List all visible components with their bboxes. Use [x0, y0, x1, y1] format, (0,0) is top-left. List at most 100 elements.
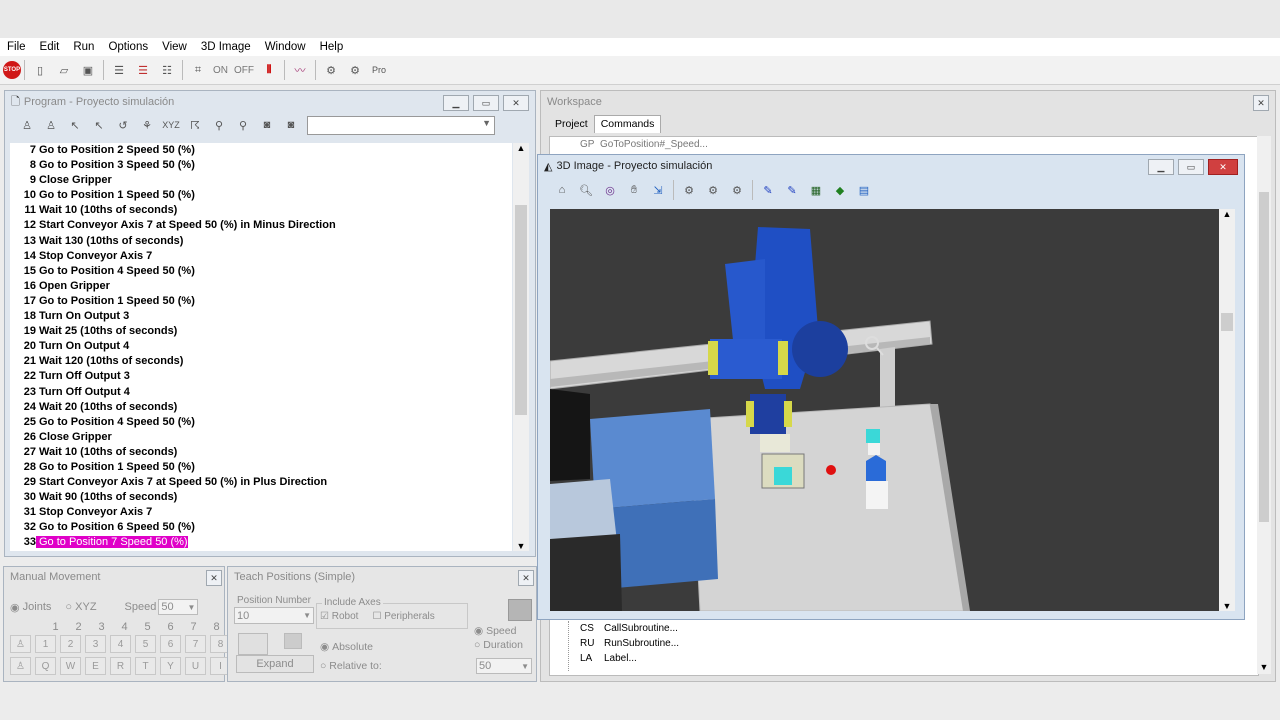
teach-small-button[interactable] — [284, 633, 302, 649]
robot-home-icon[interactable]: ♙ — [17, 115, 37, 135]
speed-select[interactable]: 50 ▼ — [158, 599, 199, 615]
axis-plus-key[interactable]: T — [135, 657, 156, 675]
program-scrollbar[interactable]: ▲ ▼ — [513, 143, 529, 551]
robot-checkbox[interactable]: ☑ — [320, 611, 329, 622]
program-line[interactable]: 17 Go to Position 1 Speed 50 (%) — [10, 294, 512, 309]
menu-edit[interactable]: Edit — [33, 41, 67, 53]
reset-view-icon[interactable]: ⌂ — [552, 180, 572, 200]
program-line[interactable]: 27 Wait 10 (10ths of seconds) — [10, 445, 512, 460]
chevron-down-icon[interactable]: ▼ — [1257, 662, 1271, 672]
scrollbar-thumb[interactable] — [1259, 192, 1269, 522]
chevron-up-icon[interactable]: ▲ — [513, 143, 529, 153]
run-list-icon[interactable]: ☰ — [133, 60, 153, 80]
program-line[interactable]: 9 Close Gripper — [10, 173, 512, 188]
image3d-scrollbar[interactable]: ▲ ▼ — [1219, 209, 1235, 611]
program-line[interactable]: 23 Turn Off Output 4 — [10, 385, 512, 400]
joint-icon[interactable]: ⚘ — [137, 115, 157, 135]
axis-minus-key[interactable]: 4 — [110, 635, 131, 653]
command-item[interactable]: RU RunSubroutine... — [580, 638, 679, 653]
robot-view-two-icon[interactable]: ⚙ — [703, 180, 723, 200]
program-line[interactable]: 11 Wait 10 (10ths of seconds) — [10, 203, 512, 218]
robot-two-icon[interactable]: ⚙ — [345, 60, 365, 80]
simulation-3d-viewport[interactable] — [550, 209, 1219, 611]
minimize-button[interactable]: ▁ — [443, 95, 469, 111]
speed-radio[interactable]: ◉ — [474, 625, 483, 637]
io-icon[interactable]: ⦀ — [259, 60, 279, 80]
joints-radio[interactable]: ◉ — [10, 601, 20, 614]
program-line[interactable]: 25 Go to Position 4 Speed 50 (%) — [10, 415, 512, 430]
teach-speed-select[interactable]: 50 ▼ — [476, 658, 532, 674]
menu-3d-image[interactable]: 3D Image — [194, 41, 258, 53]
program-line[interactable]: 21 Wait 120 (10ths of seconds) — [10, 354, 512, 369]
workspace-scrollbar[interactable]: ▼ — [1257, 136, 1271, 674]
scene-icon[interactable]: ▦ — [806, 180, 826, 200]
program-line[interactable]: 15 Go to Position 4 Speed 50 (%) — [10, 264, 512, 279]
zoom-icon[interactable]: ◎ — [600, 180, 620, 200]
xyz-icon[interactable]: XYZ — [161, 115, 181, 135]
program-line[interactable]: 31 Stop Conveyor Axis 7 — [10, 505, 512, 520]
relative-radio[interactable]: ○ — [320, 660, 326, 672]
menu-file[interactable]: File — [0, 41, 33, 53]
fit-view-icon[interactable]: ⇲ — [648, 180, 668, 200]
program-command-select[interactable]: ▼ — [307, 115, 495, 135]
maximize-button[interactable]: ▭ — [473, 95, 499, 111]
teach-color-swatch[interactable] — [508, 599, 532, 621]
axis-minus-key[interactable]: 5 — [135, 635, 156, 653]
teach-icon[interactable]: ⌗ — [188, 60, 208, 80]
menu-run[interactable]: Run — [66, 41, 101, 53]
save-icon[interactable]: ▣ — [78, 60, 98, 80]
program-line[interactable]: 10 Go to Position 1 Speed 50 (%) — [10, 188, 512, 203]
sort-list-icon[interactable]: ☷ — [157, 60, 177, 80]
open-folder-icon[interactable]: ▱ — [54, 60, 74, 80]
camera-icon[interactable]: ◙ — [257, 115, 277, 135]
menu-options[interactable]: Options — [101, 41, 155, 53]
program-line[interactable]: 20 Turn On Output 4 — [10, 339, 512, 354]
scrollbar-thumb[interactable] — [515, 205, 527, 415]
axis-plus-key[interactable]: Q — [35, 657, 56, 675]
axis-minus-key[interactable]: 3 — [85, 635, 106, 653]
command-item-gotoposition[interactable]: GoToPosition#_Speed... — [600, 139, 708, 150]
axis-minus-key[interactable]: 1 — [35, 635, 56, 653]
maximize-button[interactable]: ▭ — [1178, 159, 1204, 175]
program-line[interactable]: 30 Wait 90 (10ths of seconds) — [10, 490, 512, 505]
axis-minus-key[interactable]: 2 — [60, 635, 81, 653]
rotate-icon[interactable]: ↺ — [113, 115, 133, 135]
axis-plus-key[interactable]: Y — [160, 657, 181, 675]
robot-view-three-icon[interactable]: ⚙ — [727, 180, 747, 200]
axis-plus-key[interactable]: W — [60, 657, 81, 675]
program-line[interactable]: 14 Stop Conveyor Axis 7 — [10, 249, 512, 264]
chevron-up-icon[interactable]: ▲ — [1219, 209, 1235, 219]
command-item[interactable]: LA Label... — [580, 653, 679, 668]
expand-button[interactable]: Expand — [236, 655, 314, 673]
command-item[interactable]: CS CallSubroutine... — [580, 623, 679, 638]
program-line[interactable]: 28 Go to Position 1 Speed 50 (%) — [10, 460, 512, 475]
robot-move-icon[interactable]: ♙ — [41, 115, 61, 135]
program-line[interactable]: 33 Go to Position 7 Speed 50 (%) — [10, 535, 512, 550]
robot-plus-icon[interactable]: ♙ — [10, 657, 31, 675]
axis-plus-key[interactable]: R — [110, 657, 131, 675]
position-marker-icon[interactable]: ◆ — [830, 180, 850, 200]
offline-button[interactable]: OFF — [234, 65, 254, 76]
arm-linear-icon[interactable]: ↖ — [89, 115, 109, 135]
graph-icon[interactable]: 〰 — [290, 60, 310, 80]
robot-minus-icon[interactable]: ♙ — [10, 635, 31, 653]
stop-button[interactable]: STOP — [3, 61, 21, 79]
axis-plus-key[interactable]: U — [185, 657, 206, 675]
program-line[interactable]: 24 Wait 20 (10ths of seconds) — [10, 400, 512, 415]
peripherals-checkbox[interactable]: ☐ — [372, 611, 381, 622]
chevron-down-icon[interactable]: ▼ — [513, 541, 529, 551]
program-line[interactable]: 13 Wait 130 (10ths of seconds) — [10, 234, 512, 249]
robot-one-icon[interactable]: ⚙ — [321, 60, 341, 80]
pan-hand-icon[interactable]: ✋︎ — [624, 180, 644, 200]
pro-icon[interactable]: Pro — [369, 60, 389, 80]
close-button[interactable]: ✕ — [503, 95, 529, 111]
tab-project[interactable]: Project — [549, 115, 594, 133]
axis-plus-key[interactable]: E — [85, 657, 106, 675]
scrollbar-thumb[interactable] — [1221, 313, 1233, 331]
close-button[interactable]: ✕ — [1253, 95, 1269, 111]
teach-record-button[interactable] — [238, 633, 268, 655]
walk-icon[interactable]: ☈ — [185, 115, 205, 135]
chevron-down-icon[interactable]: ▼ — [1219, 601, 1235, 611]
arm-icon[interactable]: ↖ — [65, 115, 85, 135]
program-line[interactable]: 19 Wait 25 (10ths of seconds) — [10, 324, 512, 339]
